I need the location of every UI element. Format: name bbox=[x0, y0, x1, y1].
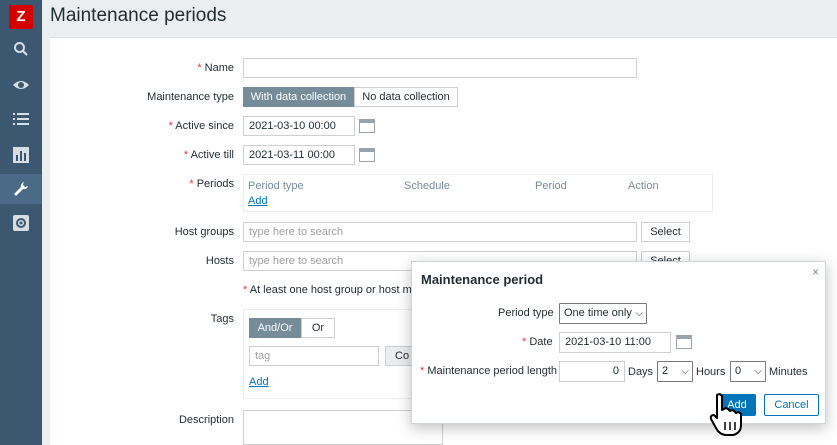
date-label: * Date bbox=[522, 336, 553, 348]
hours-select[interactable]: 2 ⌵ bbox=[657, 361, 693, 382]
period-type-select[interactable]: One time only ⌵ bbox=[559, 303, 647, 324]
add-tag-link[interactable]: Add bbox=[249, 376, 269, 388]
period-header: Period bbox=[535, 180, 567, 192]
and-or-button[interactable]: And/Or bbox=[249, 318, 301, 338]
or-button[interactable]: Or bbox=[301, 318, 335, 338]
date-input[interactable]: 2021-03-10 11:00 bbox=[559, 332, 671, 353]
host-groups-input[interactable]: type here to search bbox=[243, 222, 637, 242]
search-icon[interactable] bbox=[0, 34, 42, 64]
host-groups-label: Host groups bbox=[174, 226, 234, 238]
days-input[interactable]: 0 bbox=[559, 361, 625, 382]
calendar-icon[interactable] bbox=[359, 148, 375, 162]
calendar-icon[interactable] bbox=[676, 335, 692, 349]
maintenance-type-label: Maintenance type bbox=[147, 91, 234, 103]
name-input[interactable] bbox=[243, 58, 637, 78]
with-data-collection-button[interactable]: With data collection bbox=[243, 87, 354, 107]
description-label: Description bbox=[178, 414, 234, 426]
name-label: * Name bbox=[197, 62, 234, 74]
chevron-down-icon: ⌵ bbox=[681, 366, 689, 377]
host-hint: * At least one host group or host mu bbox=[243, 284, 418, 296]
length-label: * Maintenance period length bbox=[420, 365, 557, 377]
zabbix-logo[interactable]: Z bbox=[9, 5, 33, 29]
action-header: Action bbox=[628, 180, 659, 192]
hand-cursor-icon bbox=[708, 393, 746, 440]
cancel-button[interactable]: Cancel bbox=[764, 394, 819, 416]
minutes-unit: Minutes bbox=[769, 366, 808, 378]
minutes-select[interactable]: 0 ⌵ bbox=[730, 361, 766, 382]
chevron-down-icon: ⌵ bbox=[754, 366, 762, 377]
page-title: Maintenance periods bbox=[50, 5, 227, 26]
chevron-down-icon: ⌵ bbox=[635, 308, 643, 319]
tag-operator-select[interactable]: Co bbox=[385, 346, 413, 366]
hours-unit: Hours bbox=[696, 366, 726, 378]
active-since-input[interactable]: 2021-03-10 00:00 bbox=[243, 116, 355, 136]
calendar-icon[interactable] bbox=[359, 119, 375, 133]
hosts-label: Hosts bbox=[205, 255, 234, 267]
tag-input[interactable]: tag bbox=[249, 346, 379, 366]
tags-label: Tags bbox=[210, 313, 234, 325]
add-period-link[interactable]: Add bbox=[248, 195, 268, 207]
close-icon[interactable]: × bbox=[812, 265, 819, 279]
period-type-label: Period type bbox=[498, 307, 554, 319]
periods-label: * Periods bbox=[189, 178, 234, 190]
maintenance-period-dialog: Maintenance period × Period type One tim… bbox=[411, 261, 826, 424]
days-unit: Days bbox=[628, 366, 654, 378]
no-data-collection-button[interactable]: No data collection bbox=[354, 87, 458, 107]
period-type-header: Period type bbox=[248, 180, 304, 192]
active-since-label: * Active since bbox=[168, 120, 234, 132]
active-till-label: * Active till bbox=[183, 149, 234, 161]
host-groups-select-button[interactable]: Select bbox=[641, 222, 690, 242]
dialog-title: Maintenance period bbox=[421, 272, 544, 287]
active-till-input[interactable]: 2021-03-11 00:00 bbox=[243, 145, 355, 165]
schedule-header: Schedule bbox=[404, 180, 450, 192]
